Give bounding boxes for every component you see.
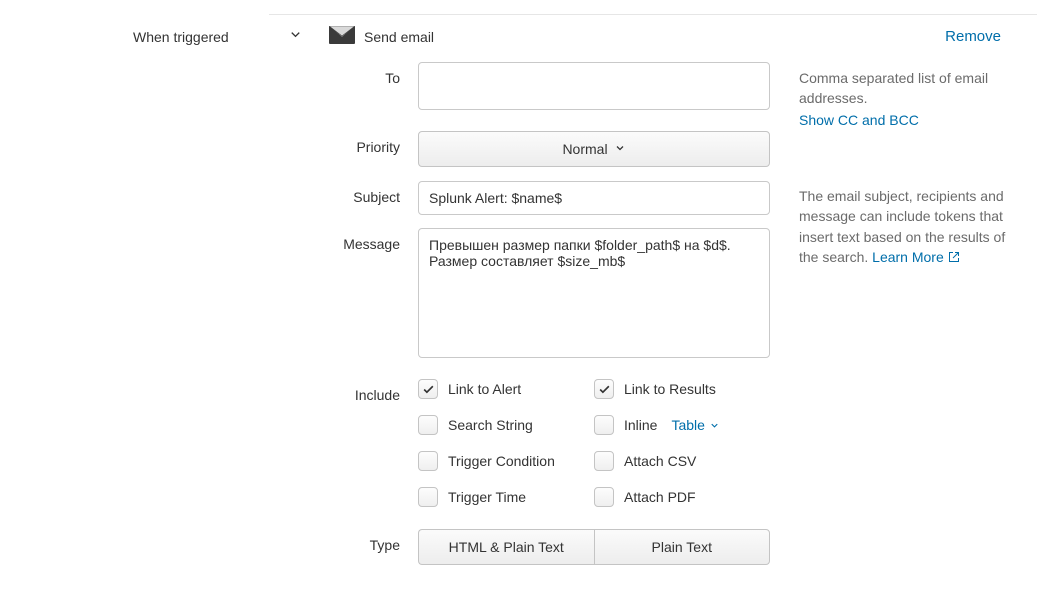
checkbox-trigger-condition[interactable]: Trigger Condition: [418, 451, 594, 471]
type-label: Type: [0, 529, 418, 553]
checkbox-label: Attach CSV: [624, 453, 696, 469]
priority-select[interactable]: Normal: [418, 131, 770, 167]
checkbox-label: Attach PDF: [624, 489, 696, 505]
chevron-down-icon: [288, 29, 303, 45]
divider: [269, 14, 1037, 15]
message-label: Message: [0, 228, 418, 252]
checkbox-label: Link to Results: [624, 381, 716, 397]
checkbox-search-string[interactable]: Search String: [418, 415, 594, 435]
checkbox-attach-csv[interactable]: Attach CSV: [594, 451, 770, 471]
to-label: To: [0, 62, 418, 86]
type-segmented: HTML & Plain Text Plain Text: [418, 529, 770, 565]
checkbox-label: Search String: [448, 417, 533, 433]
to-input[interactable]: [418, 62, 770, 110]
checkbox-trigger-time[interactable]: Trigger Time: [418, 487, 594, 507]
section-label: When triggered: [133, 29, 229, 45]
priority-label: Priority: [0, 131, 418, 155]
checkbox-box: [418, 415, 438, 435]
message-input[interactable]: [418, 228, 770, 358]
checkbox-link-to-results[interactable]: Link to Results: [594, 379, 770, 399]
learn-more-link[interactable]: Learn More: [872, 249, 960, 265]
checkbox-label: Link to Alert: [448, 381, 521, 397]
remove-link[interactable]: Remove: [945, 28, 1001, 45]
checkbox-inline[interactable]: Inline Table: [594, 415, 770, 435]
subject-input[interactable]: [418, 181, 770, 215]
inline-format-dropdown[interactable]: Table: [671, 417, 719, 433]
to-help: Comma separated list of email addresses.: [799, 68, 1019, 109]
checkbox-attach-pdf[interactable]: Attach PDF: [594, 487, 770, 507]
chevron-down-icon: [608, 141, 626, 157]
checkbox-label: Inline: [624, 417, 657, 433]
show-cc-bcc-link[interactable]: Show CC and BCC: [799, 112, 919, 128]
message-help: The email subject, recipients and messag…: [799, 186, 1019, 267]
type-option-plain[interactable]: Plain Text: [594, 529, 771, 565]
action-title: Send email: [364, 29, 434, 45]
type-option-html[interactable]: HTML & Plain Text: [418, 529, 594, 565]
checkbox-box: [594, 379, 614, 399]
checkbox-box: [418, 451, 438, 471]
checkbox-box: [594, 451, 614, 471]
checkbox-label: Trigger Condition: [448, 453, 555, 469]
checkbox-box: [418, 379, 438, 399]
subject-label: Subject: [0, 181, 418, 205]
checkbox-box: [594, 415, 614, 435]
collapse-toggle[interactable]: [288, 27, 303, 45]
email-icon: [329, 26, 355, 47]
checkbox-link-to-alert[interactable]: Link to Alert: [418, 379, 594, 399]
include-label: Include: [0, 379, 418, 403]
priority-value: Normal: [562, 141, 607, 157]
checkbox-box: [594, 487, 614, 507]
checkbox-box: [418, 487, 438, 507]
checkbox-label: Trigger Time: [448, 489, 526, 505]
